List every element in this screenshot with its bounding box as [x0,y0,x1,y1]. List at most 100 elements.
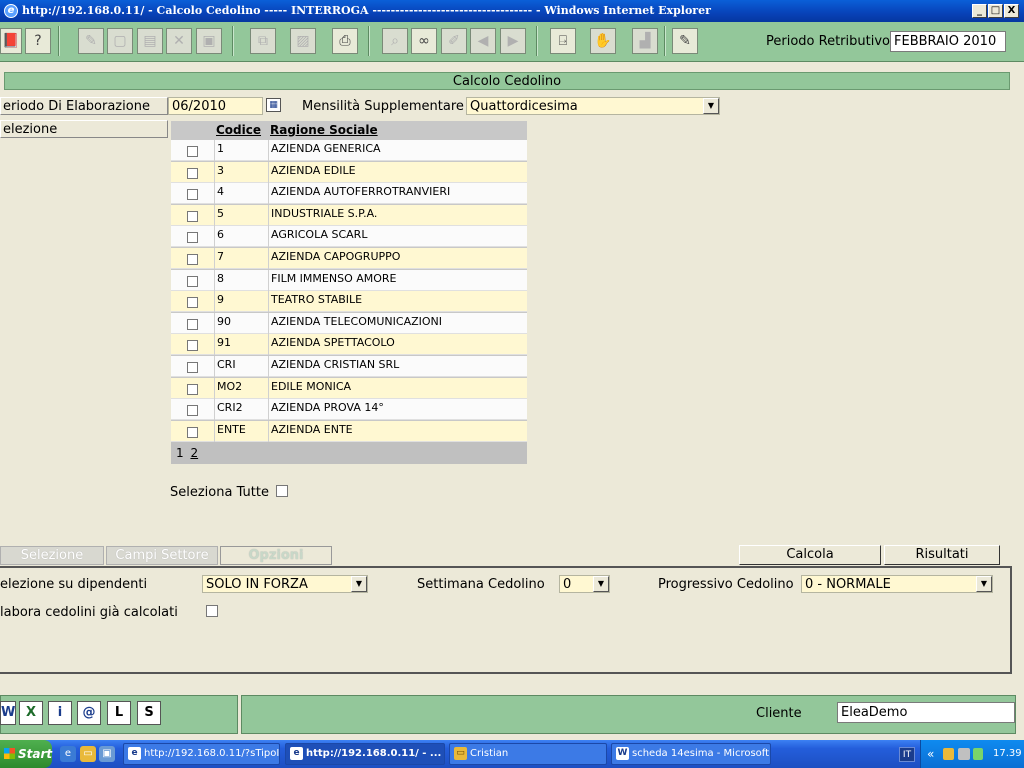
edit-icon[interactable]: ✎ [78,28,104,54]
row-checkbox[interactable] [187,297,198,309]
chevron-down-icon[interactable]: ▼ [593,576,609,592]
excel-icon[interactable]: X [19,701,43,725]
risultati-button[interactable]: Risultati [884,545,1000,565]
image-icon[interactable]: ▨ [290,28,316,54]
tab-selezione[interactable]: Selezione [0,546,104,565]
cell-ragione-sociale: INDUSTRIALE S.P.A. [268,204,527,226]
tray-expand-icon[interactable]: « [927,747,934,761]
progressivo-cedolino-label: Progressivo Cedolino [658,577,794,592]
taskbar-item[interactable]: Wscheda 14esima - Microsoft ... [611,743,771,765]
table-row[interactable]: 90 AZIENDA TELECOMUNICAZIONI [171,312,527,334]
email-icon[interactable]: @ [77,701,101,725]
help-icon[interactable]: ? [25,28,51,54]
arrow-left-icon[interactable]: ◀ [470,28,496,54]
table-row[interactable]: 7 AZIENDA CAPOGRUPPO [171,248,527,269]
table-row[interactable]: 9 TEATRO STABILE [171,291,527,313]
cell-codice: ENTE [214,420,268,442]
tab-opzioni[interactable]: Opzioni [220,546,332,565]
chevron-down-icon[interactable]: ▼ [976,576,992,592]
paste-icon[interactable]: ▤ [137,28,163,54]
window-titlebar: e http://192.168.0.11/ - Calcolo Cedolin… [0,0,1024,22]
chart-icon[interactable]: ▟ [632,28,658,54]
word-icon[interactable]: W [0,701,16,725]
row-checkbox[interactable] [187,383,198,395]
periodo-elaborazione-field[interactable]: 06/2010 [168,97,263,115]
chevron-down-icon[interactable]: ▼ [703,98,719,114]
row-checkbox[interactable] [187,254,198,265]
exit-door-icon[interactable]: ⍈ [550,28,576,54]
cliente-field[interactable]: EleaDemo [837,702,1015,723]
start-button[interactable]: Start [0,740,52,768]
ie-quicklaunch-icon[interactable]: e [60,746,76,762]
taskbar-item-active[interactable]: e http://192.168.0.11/ - ... [285,743,445,765]
chevron-down-icon[interactable]: ▼ [351,576,367,592]
search-doc-icon[interactable]: ⌕ [382,28,408,54]
taskbar-item[interactable]: e http://192.168.0.11/?sTipoI... [123,743,280,765]
save-icon[interactable]: ▣ [196,28,222,54]
arrow-right-icon[interactable]: ▶ [500,28,526,54]
cell-ragione-sociale: EDILE MONICA [268,377,527,399]
maximize-button[interactable]: □ [988,4,1003,18]
row-checkbox[interactable] [187,275,198,287]
minimize-button[interactable]: _ [972,4,987,18]
periodo-retributivo-label: Periodo Retributivo [766,34,890,49]
header-codice[interactable]: Codice [216,123,261,137]
mensilita-select[interactable]: Quattordicesima [466,97,720,115]
rielabora-checkbox[interactable] [206,605,218,617]
hand-icon[interactable]: ✋ [590,28,616,54]
page-link-2[interactable]: 2 [190,446,198,460]
shield-icon[interactable] [943,748,954,760]
table-row[interactable]: MO2 EDILE MONICA [171,377,527,399]
row-checkbox[interactable] [187,426,198,438]
tab-campi-settore[interactable]: Campi Settore [106,546,218,565]
note-icon[interactable]: ✐ [441,28,467,54]
row-checkbox[interactable] [187,362,198,373]
notepad-icon[interactable]: ✎ [672,28,698,54]
table-row[interactable]: ENTE AZIENDA ENTE [171,420,527,442]
selezione-dipendenti-select[interactable]: SOLO IN FORZA [202,575,368,593]
copy-icon[interactable]: ⧉ [250,28,276,54]
app-tray-icon[interactable] [973,748,983,760]
close-button[interactable]: X [1004,4,1019,18]
row-checkbox[interactable] [187,210,198,222]
taskbar-item[interactable]: ▭ Cristian [449,743,607,765]
table-row[interactable]: 6 AGRICOLA SCARL [171,226,527,248]
row-checkbox[interactable] [187,146,198,157]
calcola-button[interactable]: Calcola [739,545,881,565]
binoculars-icon[interactable]: ∞ [411,28,437,54]
language-indicator[interactable]: IT [899,747,915,762]
cell-ragione-sociale: AZIENDA CAPOGRUPPO [268,248,527,269]
book-icon[interactable]: 📕 [0,28,22,54]
l-icon[interactable]: L [107,701,131,725]
calendar-icon[interactable]: ▦ [266,98,281,112]
delete-icon[interactable]: ✕ [166,28,192,54]
table-row[interactable]: 3 AZIENDA EDILE [171,161,527,183]
row-checkbox[interactable] [187,405,198,417]
table-row[interactable]: 8 FILM IMMENSO AMORE [171,269,527,291]
desktop-quicklaunch-icon[interactable]: ▣ [99,746,115,762]
network-icon[interactable] [958,748,970,760]
folder-quicklaunch-icon[interactable]: ▭ [80,746,96,762]
info-icon[interactable]: i [48,701,72,725]
cell-codice: 90 [214,312,268,334]
s-icon[interactable]: S [137,701,161,725]
table-row[interactable]: 1 AZIENDA GENERICA [171,140,527,161]
row-checkbox[interactable] [187,189,198,201]
header-ragione-sociale[interactable]: Ragione Sociale [270,123,378,137]
table-row[interactable]: 4 AZIENDA AUTOFERROTRANVIERI [171,183,527,205]
row-checkbox[interactable] [187,340,198,352]
table-row[interactable]: CRI2 AZIENDA PROVA 14° [171,399,527,421]
row-checkbox[interactable] [187,318,198,330]
row-checkbox[interactable] [187,232,198,244]
windows-flag-icon [4,748,15,759]
table-row[interactable]: CRI AZIENDA CRISTIAN SRL [171,356,527,377]
cell-codice: CRI [214,356,268,377]
print-icon[interactable]: ⎙ [332,28,358,54]
new-document-icon[interactable]: ▢ [107,28,133,54]
table-row[interactable]: 91 AZIENDA SPETTACOLO [171,334,527,356]
row-checkbox[interactable] [187,167,198,179]
periodo-retributivo-field[interactable]: FEBBRAIO 2010 [890,31,1006,52]
table-row[interactable]: 5 INDUSTRIALE S.P.A. [171,204,527,226]
seleziona-tutte-checkbox[interactable] [276,485,288,497]
progressivo-cedolino-select[interactable]: 0 - NORMALE [801,575,993,593]
